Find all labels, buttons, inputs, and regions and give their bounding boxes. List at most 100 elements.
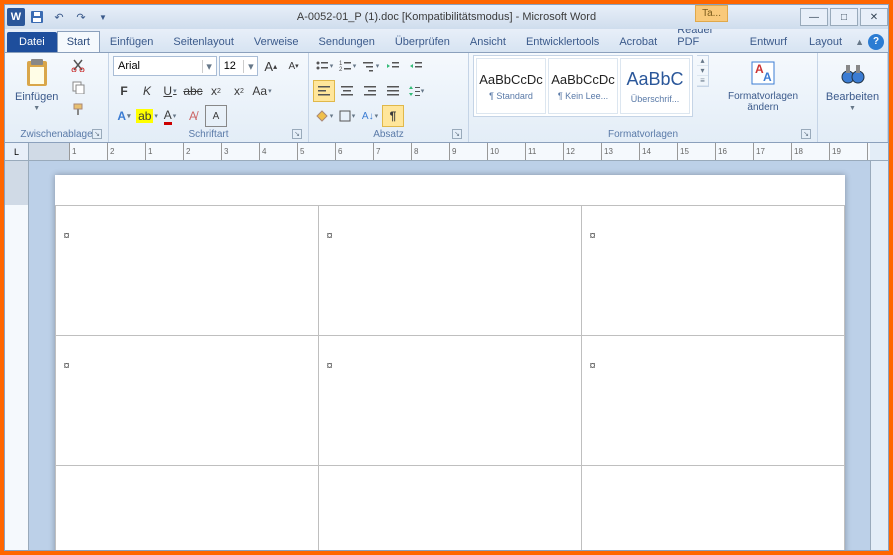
text-effects-button[interactable]: A [113, 105, 135, 127]
vertical-ruler[interactable] [5, 161, 29, 550]
show-paragraph-marks-button[interactable]: ¶ [382, 105, 404, 127]
tab-verweise[interactable]: Verweise [244, 31, 309, 52]
file-tab[interactable]: Datei [7, 32, 57, 52]
dialog-launcher-icon[interactable]: ↘ [92, 129, 102, 139]
minimize-button[interactable]: — [800, 8, 828, 26]
group-label: Absatz↘ [313, 127, 464, 142]
gallery-down-icon[interactable]: ▾ [697, 66, 708, 76]
font-name-combo[interactable]: Arial▾ [113, 56, 217, 76]
tab-sendungen[interactable]: Sendungen [309, 31, 385, 52]
horizontal-ruler[interactable]: 121234567891011121314151617181920 [29, 143, 870, 161]
tab-ansicht[interactable]: Ansicht [460, 31, 516, 52]
italic-button[interactable]: K [136, 80, 158, 102]
editing-button[interactable]: Bearbeiten ▼ [822, 55, 883, 114]
app-icon[interactable]: W [7, 8, 25, 26]
dialog-launcher-icon[interactable]: ↘ [452, 129, 462, 139]
font-color-button[interactable]: A [159, 105, 181, 127]
ruler-tick: 19 [829, 143, 867, 160]
shrink-font-button[interactable]: A▾ [283, 55, 304, 77]
qat-dropdown-icon[interactable]: ▼ [93, 7, 113, 27]
change-case-button[interactable]: Aa [251, 80, 273, 102]
highlight-button[interactable]: ab [136, 105, 158, 127]
group-font: Arial▾ 12▾ A▴ A▾ F K U abc x2 x2 Aa A ab [109, 53, 309, 142]
tab-ueberpruefen[interactable]: Überprüfen [385, 31, 460, 52]
character-border-button[interactable]: A [205, 105, 227, 127]
increase-indent-button[interactable] [405, 55, 427, 77]
ruler-tick: 1 [145, 143, 183, 160]
underline-button[interactable]: U [159, 80, 181, 102]
font-size-combo[interactable]: 12▾ [219, 56, 259, 76]
ruler-tick: 20 [867, 143, 870, 160]
page[interactable]: ¤ ¤ ¤ ¤ ¤ ¤ [55, 175, 845, 550]
tab-acrobat[interactable]: Acrobat [609, 31, 667, 52]
style-heading1[interactable]: AaBbCÜberschrif... [620, 58, 690, 114]
paste-button[interactable]: Einfügen ▼ [9, 55, 64, 114]
clear-formatting-button[interactable]: A̸ [182, 105, 204, 127]
bold-button[interactable]: F [113, 80, 135, 102]
subscript-button[interactable]: x2 [205, 80, 227, 102]
format-painter-icon[interactable] [68, 99, 88, 119]
label-table[interactable]: ¤ ¤ ¤ ¤ ¤ ¤ [55, 205, 845, 550]
table-cell[interactable]: ¤ [581, 336, 844, 466]
dialog-launcher-icon[interactable]: ↘ [292, 129, 302, 139]
group-label: Zwischenablage↘ [9, 127, 104, 142]
help-icon[interactable]: ? [868, 34, 884, 50]
table-tools-context-tab[interactable]: Ta... [695, 5, 728, 22]
style-no-spacing[interactable]: AaBbCcDc¶ Kein Lee... [548, 58, 618, 114]
sort-button[interactable]: A↓ [359, 105, 381, 127]
tab-selector[interactable]: L [5, 143, 29, 161]
align-right-button[interactable] [359, 80, 381, 102]
table-cell[interactable]: ¤ [581, 206, 844, 336]
tab-einfuegen[interactable]: Einfügen [100, 31, 163, 52]
ruler-tick: 17 [753, 143, 791, 160]
change-styles-label: Formatvorlagen ändern [719, 91, 807, 113]
bullets-button[interactable] [313, 55, 335, 77]
justify-button[interactable] [382, 80, 404, 102]
vertical-scrollbar[interactable] [870, 161, 888, 550]
dialog-launcher-icon[interactable]: ↘ [801, 129, 811, 139]
borders-button[interactable] [336, 105, 358, 127]
tab-seitenlayout[interactable]: Seitenlayout [163, 31, 244, 52]
align-center-button[interactable] [336, 80, 358, 102]
redo-icon[interactable]: ↷ [71, 7, 91, 27]
table-cell[interactable]: ¤ [55, 206, 318, 336]
multilevel-list-button[interactable] [359, 55, 381, 77]
shading-button[interactable] [313, 105, 335, 127]
table-cell[interactable] [55, 466, 318, 551]
minimize-ribbon-icon[interactable]: ▲ [855, 37, 864, 47]
chevron-down-icon[interactable]: ▾ [243, 60, 257, 73]
table-cell[interactable]: ¤ [318, 336, 581, 466]
tab-entwurf[interactable]: Entwurf [741, 31, 796, 52]
close-button[interactable]: ✕ [860, 8, 888, 26]
chevron-down-icon[interactable]: ▾ [202, 60, 216, 73]
table-cell[interactable]: ¤ [55, 336, 318, 466]
strikethrough-button[interactable]: abc [182, 80, 204, 102]
change-styles-button[interactable]: AA Formatvorlagen ändern [713, 55, 813, 115]
undo-icon[interactable]: ↶ [49, 7, 69, 27]
numbering-button[interactable]: 12 [336, 55, 358, 77]
document-area[interactable]: ¤ ¤ ¤ ¤ ¤ ¤ [29, 161, 870, 550]
tab-start[interactable]: Start [57, 31, 100, 52]
svg-text:2: 2 [339, 67, 343, 72]
quick-access-toolbar: W ↶ ↷ ▼ [5, 7, 113, 27]
table-cell[interactable] [318, 466, 581, 551]
ruler-tick: 9 [449, 143, 487, 160]
align-left-button[interactable] [313, 80, 335, 102]
table-cell[interactable] [581, 466, 844, 551]
superscript-button[interactable]: x2 [228, 80, 250, 102]
decrease-indent-button[interactable] [382, 55, 404, 77]
save-icon[interactable] [27, 7, 47, 27]
style-standard[interactable]: AaBbCcDc¶ Standard [476, 58, 546, 114]
group-label: Schriftart↘ [113, 127, 304, 142]
table-cell[interactable]: ¤ [318, 206, 581, 336]
tab-layout[interactable]: Layout [800, 31, 851, 52]
tab-entwicklertools[interactable]: Entwicklertools [516, 31, 609, 52]
maximize-button[interactable]: □ [830, 8, 858, 26]
cut-icon[interactable] [68, 55, 88, 75]
gallery-up-icon[interactable]: ▴ [697, 56, 708, 66]
ruler-tick: 15 [677, 143, 715, 160]
copy-icon[interactable] [68, 77, 88, 97]
line-spacing-button[interactable] [405, 80, 427, 102]
grow-font-button[interactable]: A▴ [260, 55, 281, 77]
gallery-more-icon[interactable]: ≡ [697, 76, 708, 86]
